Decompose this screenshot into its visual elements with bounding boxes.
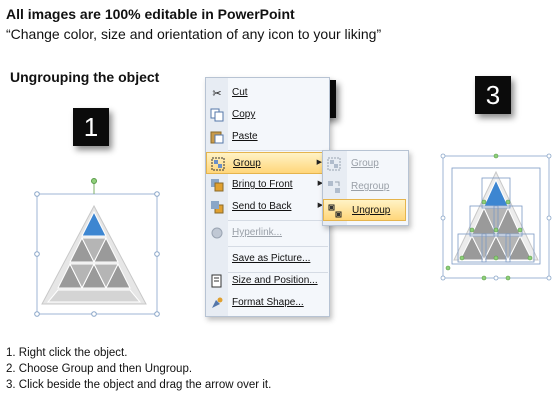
instruction-step-2: 2. Choose Group and then Ungroup. [6, 363, 193, 375]
copy-icon [209, 107, 225, 123]
submenu-item-label: Group [351, 158, 379, 169]
instruction-list: 1. Right click the object. 2. Choose Gro… [6, 345, 271, 393]
menu-item-label: Format Shape... [232, 297, 304, 308]
menu-item-save-as-picture[interactable]: Save as Picture... [206, 248, 329, 270]
hyperlink-icon [209, 225, 225, 241]
regroup-icon [326, 179, 342, 195]
menu-item-label: Paste [232, 131, 258, 142]
menu-item-paste[interactable]: Paste [206, 126, 329, 148]
menu-item-send-to-back[interactable]: Send to Back ▶ [206, 196, 329, 218]
grouped-pyramid[interactable] [28, 176, 164, 320]
menu-item-size-and-position[interactable]: Size and Position... [206, 270, 329, 292]
menu-item-cut[interactable]: ✂ Cut [206, 82, 329, 104]
menu-item-label: Group [233, 158, 261, 169]
menu-item-group[interactable]: Group ▶ [206, 152, 329, 174]
context-menu: ✂ Cut Copy Paste Group ▶ Bring to Front … [205, 77, 330, 317]
instruction-step-1: 1. Right click the object. [6, 347, 128, 359]
menu-item-label: Hyperlink... [232, 227, 283, 238]
menu-item-label: Cut [232, 87, 248, 98]
menu-item-format-shape[interactable]: Format Shape... [206, 292, 329, 314]
menu-item-label: Save as Picture... [232, 253, 311, 264]
submenu-item-ungroup[interactable]: Ungroup [323, 199, 406, 221]
bring-to-front-icon [209, 177, 225, 193]
menu-item-label: Send to Back [232, 201, 292, 212]
menu-separator [228, 150, 328, 151]
submenu-item-label: Regroup [351, 181, 390, 192]
size-position-icon [209, 273, 225, 289]
menu-item-bring-to-front[interactable]: Bring to Front ▶ [206, 174, 329, 196]
menu-separator [228, 246, 328, 247]
paste-icon [209, 129, 225, 145]
group-icon [326, 156, 342, 172]
instruction-step-3: 3. Click beside the object and drag the … [6, 379, 272, 391]
page-subtitle: “Change color, size and orientation of a… [6, 26, 382, 42]
section-title: Ungrouping the object [10, 69, 160, 85]
group-icon [210, 156, 226, 172]
page-title: All images are 100% editable in PowerPoi… [6, 6, 295, 22]
menu-separator [228, 220, 328, 221]
group-submenu: Group Regroup Ungroup [322, 150, 409, 226]
menu-item-label: Bring to Front [232, 179, 293, 190]
menu-item-label: Copy [232, 109, 256, 120]
menu-item-hyperlink[interactable]: Hyperlink... [206, 222, 329, 244]
menu-item-label: Size and Position... [232, 275, 318, 286]
format-shape-icon [209, 295, 225, 311]
submenu-item-group[interactable]: Group [323, 153, 406, 175]
ungrouped-pyramid[interactable] [438, 148, 554, 284]
scissors-icon: ✂ [212, 87, 222, 100]
ungroup-icon [327, 203, 343, 219]
menu-item-copy[interactable]: Copy [206, 104, 329, 126]
submenu-item-regroup[interactable]: Regroup [323, 176, 406, 198]
send-to-back-icon [209, 199, 225, 215]
step-badge-3: 3 [475, 76, 511, 114]
step-badge-1: 1 [73, 108, 109, 146]
submenu-item-label: Ungroup [352, 205, 391, 216]
